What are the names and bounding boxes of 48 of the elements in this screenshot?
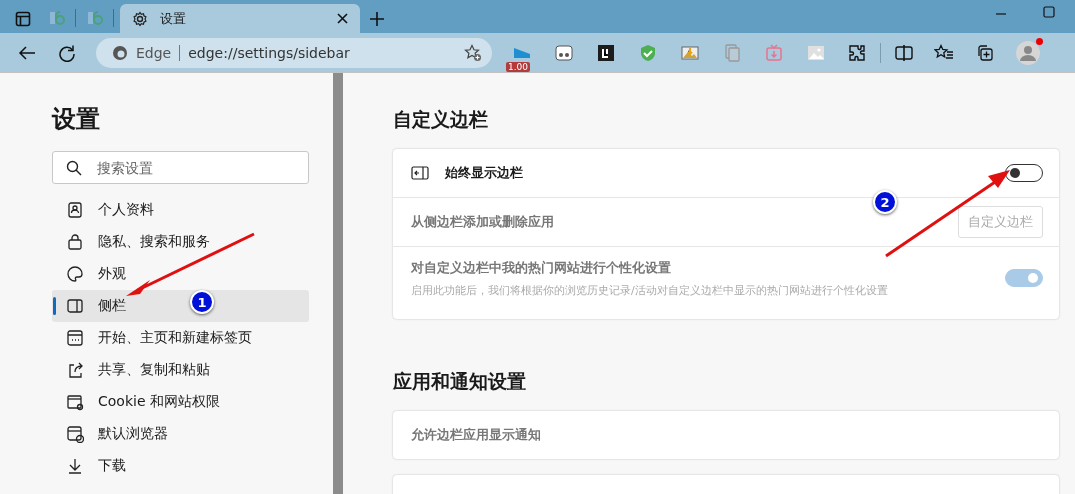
- sidebar-icon: [66, 297, 84, 315]
- share-icon: [66, 361, 84, 379]
- favicon-icon: [48, 10, 65, 26]
- home-page-icon: [66, 329, 84, 347]
- close-icon[interactable]: [337, 13, 348, 24]
- cookie-settings-icon: [66, 393, 84, 411]
- lock-icon: [66, 233, 84, 251]
- browser-check-icon: [66, 425, 84, 443]
- nav-item[interactable]: 共享、复制和粘贴: [52, 354, 309, 386]
- address-bar[interactable]: Edge edge://settings/sidebar: [96, 37, 492, 68]
- setting-label: 对自定义边栏中我的热门网站进行个性化设置: [411, 259, 672, 277]
- site-label: Edge: [136, 44, 172, 61]
- palette-icon: [66, 265, 84, 283]
- tab-title: 设置: [160, 9, 187, 28]
- setting-label: 始终显示边栏: [445, 164, 524, 182]
- sidebar-icon: [411, 166, 429, 180]
- nav-item[interactable]: 下载: [52, 450, 309, 482]
- setting-label: 允许边栏应用显示通知: [411, 426, 542, 444]
- nav-item[interactable]: 个人资料: [52, 194, 309, 226]
- nav-item[interactable]: 外观: [52, 258, 309, 290]
- setting-label: 从侧边栏添加或删除应用: [411, 213, 555, 231]
- section-heading: 自定义边栏: [393, 107, 488, 132]
- browser-tab[interactable]: 设置: [120, 4, 360, 33]
- search-icon: [66, 160, 82, 176]
- download-icon: [66, 457, 84, 475]
- flag-icon: [514, 47, 530, 58]
- extension-badge: 1.00: [506, 61, 531, 72]
- tv-download-icon: [764, 42, 784, 63]
- scrollbar[interactable]: [333, 73, 343, 494]
- favicon-icon: [86, 10, 103, 26]
- add-favorite-icon[interactable]: [464, 43, 482, 62]
- url-text: edge://settings/sidebar: [188, 44, 351, 61]
- nav-item[interactable]: 开始、主页和新建标签页: [52, 322, 309, 354]
- nav-item[interactable]: 隐私、搜索和服务: [52, 226, 309, 258]
- shield-check-icon: [638, 42, 658, 63]
- gear-icon: [132, 10, 148, 27]
- nav-item[interactable]: Cookie 和网站权限: [52, 386, 309, 418]
- maximize-icon[interactable]: [1043, 6, 1055, 18]
- copy-icon: [722, 42, 742, 63]
- letter-tile-icon: [596, 42, 616, 63]
- section-heading: 应用和通知设置: [393, 369, 526, 394]
- settings-title: 设置: [52, 104, 100, 135]
- setting-description: 启用此功能后，我们将根据你的浏览历史记录/活动对自定义边栏中显示的热门网站进行个性化设置: [411, 283, 889, 298]
- search-field[interactable]: 搜索设置: [52, 151, 309, 184]
- avatar-icon: [1016, 40, 1040, 65]
- profile-icon: [66, 201, 84, 219]
- nav-item[interactable]: 默认浏览器: [52, 418, 309, 450]
- eyes-icon: [554, 42, 574, 63]
